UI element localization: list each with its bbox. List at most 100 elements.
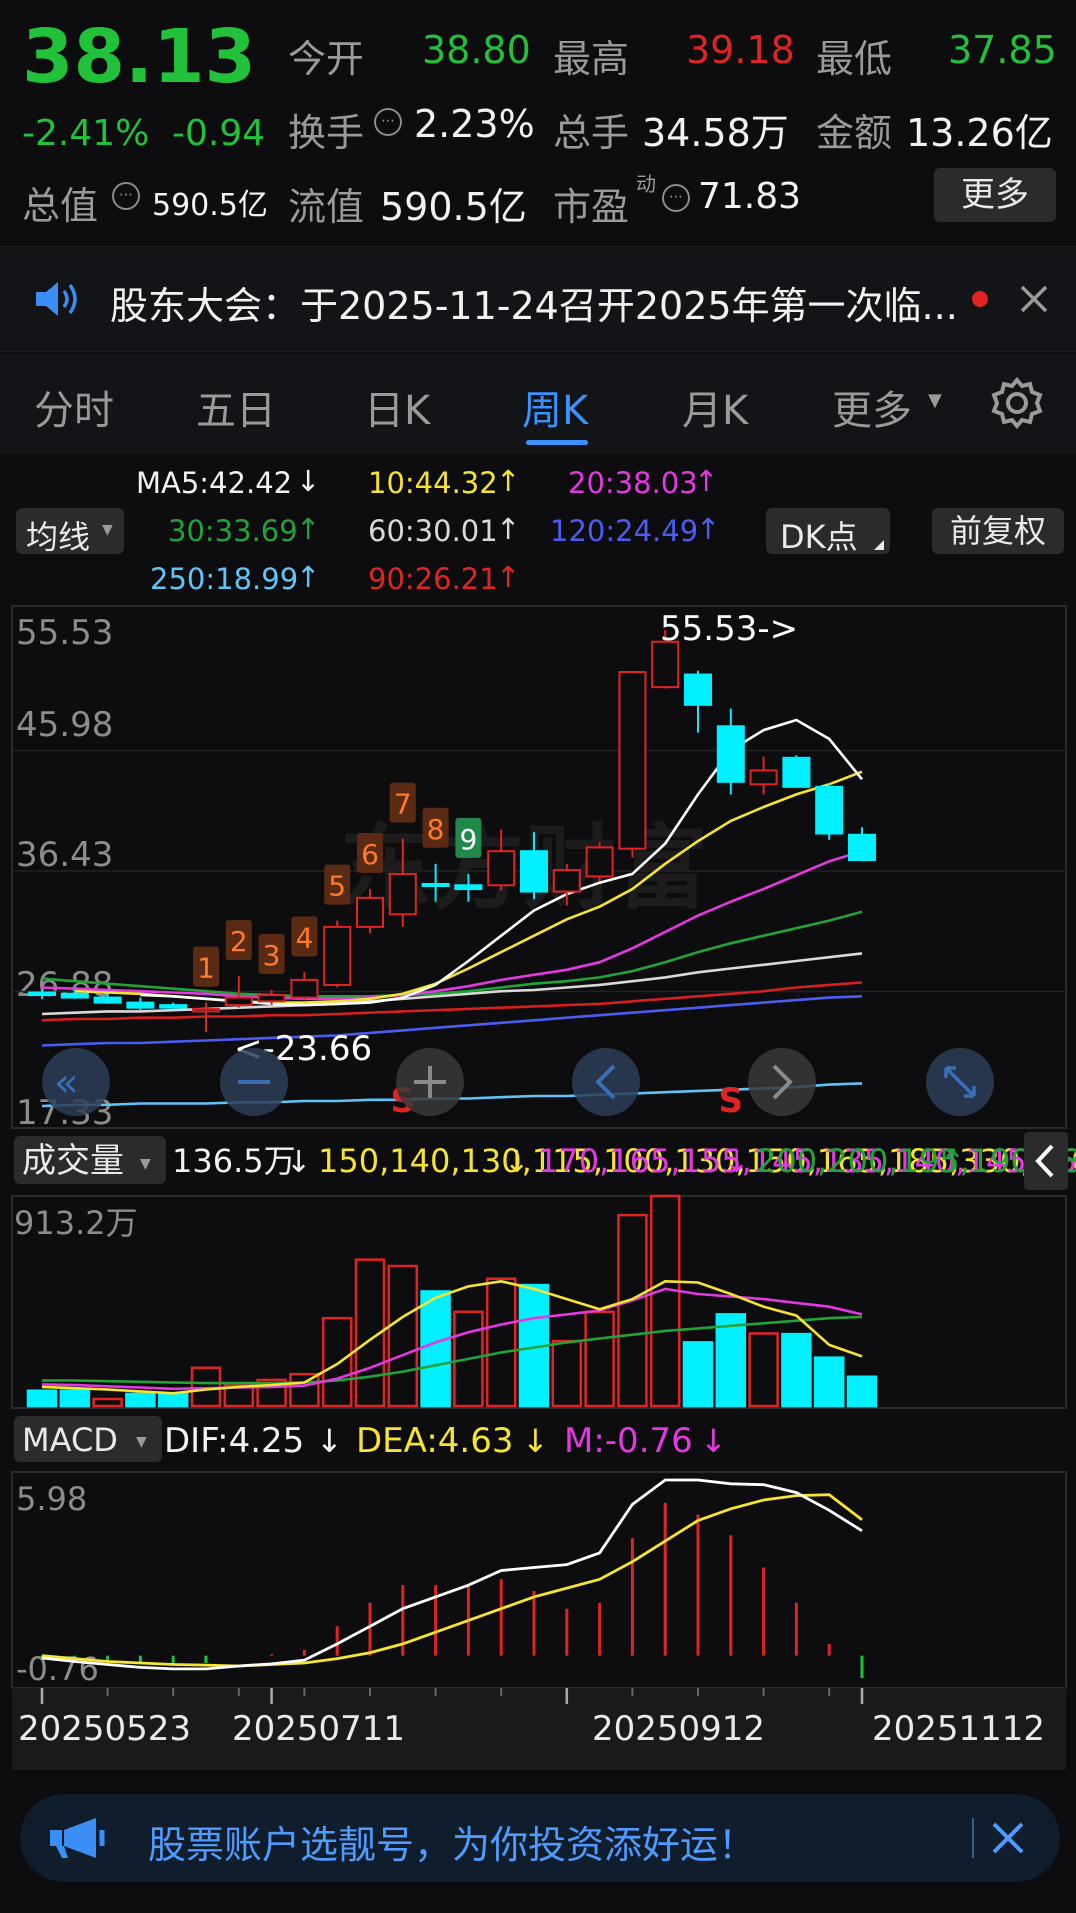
td-count-number: 3 [263, 939, 281, 972]
open-value: 38.80 [422, 28, 531, 72]
low-value: 37.85 [948, 28, 1057, 72]
macd-frame [11, 1471, 1067, 1689]
volume-bar [157, 1392, 189, 1408]
mktcap-label: 总值 [22, 184, 99, 228]
scroll-left-button[interactable] [572, 1048, 640, 1116]
volume-bar [813, 1356, 845, 1408]
volume-bar [420, 1290, 451, 1408]
info-circle-icon[interactable]: ⋯ [662, 184, 690, 212]
volume-title: 成交量 [22, 1141, 124, 1181]
volume-bar [59, 1389, 91, 1408]
scroll-right-button[interactable] [748, 1048, 816, 1116]
volume-bar [649, 1194, 681, 1408]
mktcap-value: 590.5亿 [152, 188, 268, 223]
unread-dot [972, 291, 988, 307]
volume-bar [846, 1375, 878, 1408]
zoom-out-button[interactable] [220, 1048, 288, 1116]
fullscreen-button[interactable] [926, 1048, 994, 1116]
turnover-label: 换手 [288, 111, 365, 155]
notice-bar[interactable]: 股东大会：于2025-11-24召开2025年第一次临... [0, 246, 1076, 352]
volume-max-label: 913.2万 [14, 1204, 138, 1242]
dk-point-button[interactable]: DK点 [766, 508, 890, 556]
more-quote-button[interactable]: 更多 [934, 168, 1056, 222]
y-tick-label: 55.53 [16, 613, 113, 653]
collapse-panel-button[interactable] [1024, 1132, 1068, 1190]
gear-icon[interactable] [990, 376, 1044, 430]
tab-monthly-k[interactable]: 月K [682, 378, 748, 436]
turnover-value: 2.23% [414, 102, 535, 146]
tab-more[interactable]: 更多 [832, 378, 912, 436]
macd-selector-button[interactable]: MACD ▼ [14, 1416, 162, 1462]
tab-daily-k[interactable]: 日K [364, 378, 430, 436]
stock-chart-area[interactable]: 东方财富 55.53 45.98 36.43 26.88 17.33 12345… [0, 600, 1076, 1770]
macd-top-label: 5.98 [16, 1480, 87, 1518]
td-count-number: 5 [328, 870, 346, 903]
info-circle-icon[interactable]: ⋯ [112, 182, 140, 210]
down-arrow-icon: ↓ [286, 1145, 311, 1180]
pe-superscript: 动 [636, 172, 656, 196]
candle-body [618, 671, 647, 850]
macd-dif-label: DIF:4.25 [164, 1421, 304, 1461]
ma20-legend: 20:38.03 [568, 466, 698, 500]
change-amount: -0.94 [172, 113, 266, 154]
ma120-legend: 120:24.49 [550, 514, 699, 548]
volume-bar [584, 1310, 615, 1408]
float-value: 590.5亿 [380, 185, 527, 229]
notice-text[interactable]: 股东大会：于2025-11-24召开2025年第一次临... [110, 275, 958, 330]
td-count-number: 2 [230, 925, 248, 958]
dk-button-label: DK点 [780, 518, 858, 556]
tab-five-day[interactable]: 五日 [196, 378, 276, 436]
candle-body [323, 925, 352, 986]
candle-body [159, 1004, 188, 1009]
close-icon[interactable] [990, 1820, 1026, 1856]
candle-body [257, 994, 286, 1003]
volume-bar [617, 1213, 648, 1408]
td-count-number: 4 [295, 921, 313, 954]
max-price-label: 55.53-> [660, 609, 798, 649]
down-arrow-icon: ↓ [700, 1422, 727, 1460]
info-circle-icon[interactable]: ⋯ [374, 108, 402, 136]
candle-body [815, 785, 844, 835]
ad-banner[interactable]: 股票账户选靓号，为你投资添好运！ [20, 1794, 1060, 1882]
divider [972, 1818, 974, 1858]
candle-body [552, 869, 581, 893]
volume-bar [781, 1332, 812, 1408]
tab-weekly-k[interactable]: 周K [522, 378, 588, 436]
zoom-in-button[interactable] [396, 1048, 464, 1116]
up-arrow-icon: ↑ [940, 1145, 965, 1180]
ma5-legend: MA5:42.42 [136, 466, 293, 500]
adjust-button[interactable]: 前复权 [932, 508, 1064, 554]
volume-selector-button[interactable]: 成交量 ▼ [14, 1136, 166, 1184]
ma10-legend: 10:44.32 [368, 466, 498, 500]
volume-bar [92, 1397, 123, 1408]
macd-lines [41, 1478, 863, 1671]
candle-body [192, 1007, 220, 1013]
close-icon[interactable] [1018, 283, 1050, 315]
megaphone-icon [50, 1818, 105, 1858]
ma90-legend: 90:26.21 [368, 562, 498, 596]
ad-text[interactable]: 股票账户选靓号，为你投资添好运！ [148, 1814, 756, 1869]
date-label: 20250912 [592, 1709, 765, 1749]
ma30-line [41, 910, 863, 998]
y-tick-label: 36.43 [16, 835, 113, 875]
volume-label: 总手 [553, 111, 630, 155]
amount-value: 13.26亿 [906, 111, 1053, 155]
up-arrow-icon: ↑ [496, 560, 521, 594]
svg-text:«: « [54, 1060, 78, 1106]
scroll-left-fast-button[interactable]: « [42, 1048, 110, 1116]
ma-button-label: 均线 [26, 518, 91, 556]
down-arrow-icon: ↓ [504, 1145, 529, 1180]
volume-bar [387, 1264, 419, 1408]
date-label: 20250523 [18, 1709, 191, 1749]
ma250-legend: 250:18.99 [150, 562, 299, 596]
date-label: 20251112 [872, 1709, 1045, 1749]
change-percent: -2.41% [22, 113, 150, 154]
volume-bar [289, 1372, 320, 1408]
speaker-icon [36, 282, 77, 316]
volume-bar [748, 1332, 779, 1408]
ma-selector-button[interactable]: 均线 ▼ [16, 508, 124, 556]
tab-intraday[interactable]: 分时 [34, 378, 114, 436]
volume-value-label: 136.5万 [172, 1142, 296, 1180]
candle-body [585, 846, 614, 878]
open-label: 今开 [288, 37, 365, 81]
